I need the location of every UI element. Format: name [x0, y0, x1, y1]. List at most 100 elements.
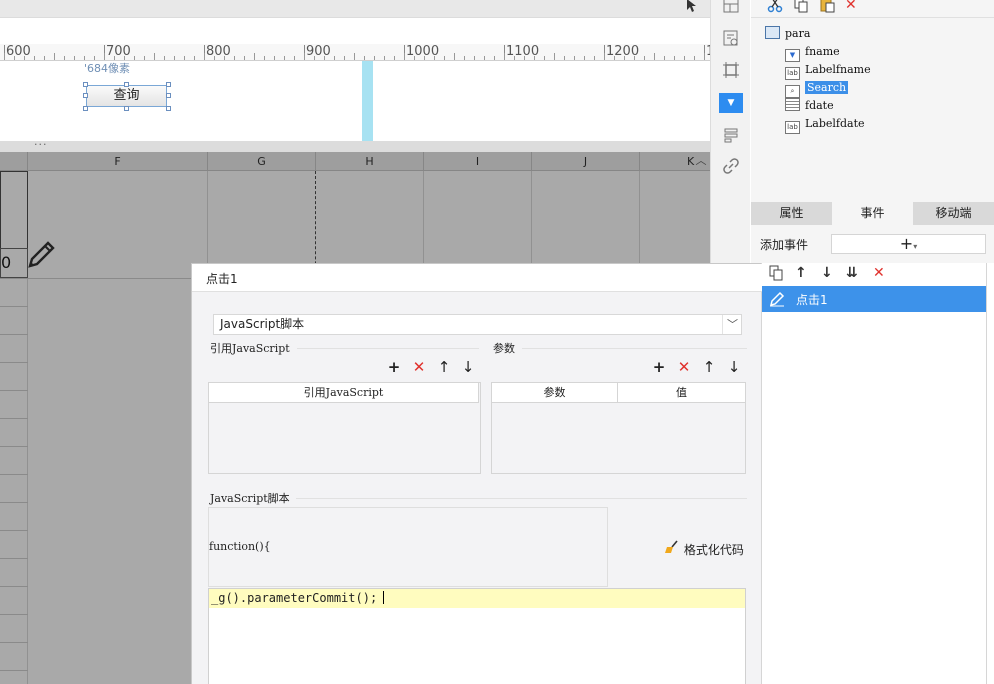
tab-mobile[interactable]: 移动端	[913, 202, 994, 225]
dropdown-widget-icon[interactable]: ▼	[719, 93, 743, 113]
column-header[interactable]: F	[28, 152, 208, 171]
ruler-minor-tick	[244, 56, 245, 60]
ruler-minor-tick	[654, 53, 655, 60]
move-down-icon[interactable]: ↓	[460, 359, 476, 375]
cut-icon[interactable]	[767, 0, 783, 17]
ruler-minor-tick	[354, 53, 355, 60]
grid-line	[0, 390, 28, 391]
ruler-minor-tick	[44, 56, 45, 60]
resize-handle[interactable]	[166, 93, 171, 98]
ruler-minor-tick	[664, 56, 665, 60]
delete-icon[interactable]: ✕	[411, 359, 427, 375]
ruler-minor-tick	[174, 56, 175, 60]
tree-item-labelfname[interactable]: lab Labelfname	[785, 62, 871, 80]
resize-handle[interactable]	[83, 93, 88, 98]
move-down-icon[interactable]: ↓	[821, 265, 833, 281]
grid-line	[0, 334, 28, 335]
ruler-minor-tick	[504, 53, 505, 60]
resize-handle[interactable]	[83, 106, 88, 111]
panel-splitter[interactable]	[0, 141, 710, 152]
ruler-minor-tick	[554, 53, 555, 60]
delete-icon[interactable]: ✕	[873, 265, 885, 281]
value-column-header: 值	[618, 383, 745, 403]
tree-item-para[interactable]: para	[765, 26, 810, 42]
delete-icon[interactable]: ✕	[676, 359, 692, 375]
resize-handle[interactable]	[166, 82, 171, 87]
column-header-blank[interactable]	[0, 152, 28, 171]
ruler-minor-tick	[164, 56, 165, 60]
delete-icon[interactable]: ✕	[845, 0, 857, 13]
edit-icon[interactable]	[768, 290, 786, 308]
ruler-minor-tick	[564, 56, 565, 60]
event-type-select[interactable]: JavaScript脚本 ﹀	[213, 314, 742, 335]
ruler-minor-tick	[254, 53, 255, 60]
copy-icon[interactable]	[793, 0, 809, 17]
tab-events[interactable]: 事件	[832, 202, 913, 225]
column-header[interactable]: J	[532, 152, 640, 171]
move-up-icon[interactable]: ↑	[795, 265, 807, 281]
event-list-item[interactable]: 点击1	[762, 286, 986, 312]
tree-item-fdate[interactable]: fdate	[785, 98, 834, 114]
tree-item-labelfdate[interactable]: lab Labelfdate	[785, 116, 865, 134]
ruler-minor-tick	[54, 53, 55, 60]
label-icon: lab	[785, 121, 800, 134]
code-editor[interactable]: _g().parameterCommit();	[208, 588, 746, 684]
resize-handle[interactable]	[83, 82, 88, 87]
tree-item-fname[interactable]: ▼ fname	[785, 44, 840, 62]
ruler-minor-tick	[544, 56, 545, 60]
resize-handle[interactable]	[124, 106, 129, 111]
ref-js-column-header: 引用JavaScript	[209, 383, 479, 403]
selected-cell-outline[interactable]	[0, 171, 28, 249]
params-table[interactable]: 参数 值	[491, 382, 746, 474]
frame-crop-icon[interactable]	[721, 61, 741, 81]
splitter-grip[interactable]: ···	[34, 138, 48, 151]
ruler-minor-tick	[194, 56, 195, 60]
resize-handle[interactable]	[166, 106, 171, 111]
report-settings-icon[interactable]	[721, 29, 741, 49]
grid-cell[interactable]: 0人	[0, 248, 28, 278]
tree-item-label: Labelfname	[805, 63, 871, 76]
event-item-label: 点击1	[796, 293, 828, 307]
scroll-up-icon[interactable]: ︿	[694, 152, 708, 170]
add-event-row: 添加事件 +▾	[751, 225, 994, 263]
code-line[interactable]: _g().parameterCommit();	[209, 589, 745, 608]
chevron-down-icon[interactable]: ﹀	[722, 315, 742, 334]
column-header[interactable]: H	[316, 152, 424, 171]
ruler-tick: 600	[4, 44, 31, 60]
layer-list-icon[interactable]	[721, 126, 741, 146]
move-up-icon[interactable]: ↑	[701, 359, 717, 375]
query-button[interactable]: 查询	[86, 85, 167, 107]
move-up-icon[interactable]: ↑	[436, 359, 452, 375]
horizontal-ruler: 600 700 800 900 1000 1100 1200 1	[0, 44, 714, 61]
move-bottom-icon[interactable]: ⇊	[846, 265, 858, 281]
format-code-button[interactable]: 格式化代码	[664, 540, 744, 558]
link-icon[interactable]	[721, 157, 741, 177]
tree-toolbar: ✕	[751, 0, 994, 18]
ruler-minor-tick	[404, 53, 405, 60]
tree-item-search[interactable]: ⌕ Search	[785, 80, 849, 98]
grid-line	[0, 278, 210, 279]
add-event-dropdown[interactable]: +▾	[831, 234, 986, 254]
ruler-minor-tick	[384, 56, 385, 60]
copy-icon[interactable]	[768, 265, 784, 285]
top-toolbar-strip	[0, 0, 710, 18]
grid-layout-icon[interactable]	[721, 0, 741, 16]
ruler-minor-tick	[154, 53, 155, 60]
ruler-minor-tick	[184, 56, 185, 60]
paste-icon[interactable]	[819, 0, 835, 17]
resize-handle[interactable]	[124, 82, 129, 87]
add-event-plus-icon: +	[899, 234, 914, 253]
tab-properties[interactable]: 属性	[751, 202, 832, 225]
grid-line	[0, 614, 28, 615]
add-icon[interactable]: +	[651, 359, 667, 375]
select-cursor-icon[interactable]	[684, 0, 700, 14]
column-header[interactable]: I	[424, 152, 532, 171]
column-header[interactable]: G	[208, 152, 316, 171]
ruler-minor-tick	[364, 56, 365, 60]
move-down-icon[interactable]: ↓	[726, 359, 742, 375]
column-header-row: F G H I J K	[0, 152, 710, 171]
grid-line	[0, 670, 28, 671]
add-icon[interactable]: +	[386, 359, 402, 375]
add-event-label: 添加事件	[760, 238, 809, 252]
ref-js-table[interactable]: 引用JavaScript	[208, 382, 481, 474]
